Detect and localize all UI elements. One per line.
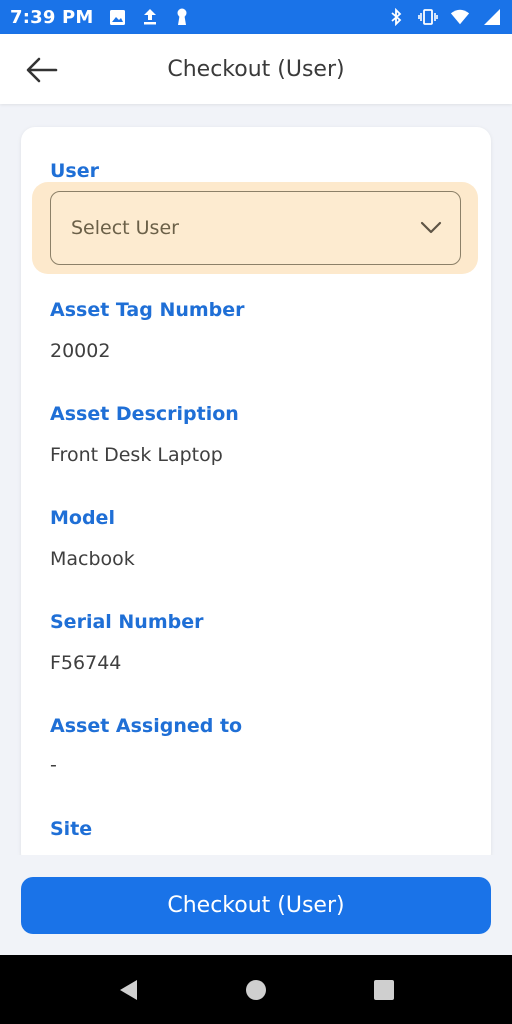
upload-icon [140, 7, 160, 27]
user-select[interactable]: Select User [50, 191, 461, 265]
nav-home-button[interactable] [243, 977, 269, 1003]
asset-assigned-to-label: Asset Assigned to [50, 715, 243, 737]
asset-tag-number-value: 20002 [50, 340, 111, 362]
status-left-icons [108, 7, 192, 27]
asset-description-label: Asset Description [50, 403, 239, 425]
signal-icon [482, 7, 502, 27]
asset-assigned-to-value: - [50, 754, 57, 776]
asset-tag-number-label: Asset Tag Number [50, 299, 245, 321]
status-time: 7:39 PM [10, 6, 94, 28]
nav-back-button[interactable] [115, 977, 141, 1003]
image-icon [108, 7, 128, 27]
triangle-back-icon [120, 980, 137, 1000]
asset-details-card: User Select User Asset Tag Number 20002 … [21, 127, 491, 867]
model-label: Model [50, 507, 115, 529]
user-label: User [50, 160, 99, 182]
status-right-icons [386, 7, 502, 27]
status-bar: 7:39 PM [0, 0, 512, 34]
system-nav-bar [0, 955, 512, 1024]
vibrate-icon [418, 7, 438, 27]
page-title: Checkout (User) [167, 56, 345, 82]
keyhole-icon [172, 7, 192, 27]
serial-number-value: F56744 [50, 652, 122, 674]
circle-home-icon [246, 980, 266, 1000]
nav-recents-button[interactable] [371, 977, 397, 1003]
app-bar: Checkout (User) [0, 34, 512, 104]
bluetooth-icon [386, 7, 406, 27]
asset-description-value: Front Desk Laptop [50, 444, 223, 466]
model-value: Macbook [50, 548, 135, 570]
site-label: Site [50, 818, 93, 840]
user-select-placeholder: Select User [71, 217, 179, 239]
chevron-down-icon [420, 221, 442, 234]
checkout-button[interactable]: Checkout (User) [21, 877, 491, 934]
square-recents-icon [374, 980, 394, 1000]
wifi-icon [450, 7, 470, 27]
serial-number-label: Serial Number [50, 611, 204, 633]
